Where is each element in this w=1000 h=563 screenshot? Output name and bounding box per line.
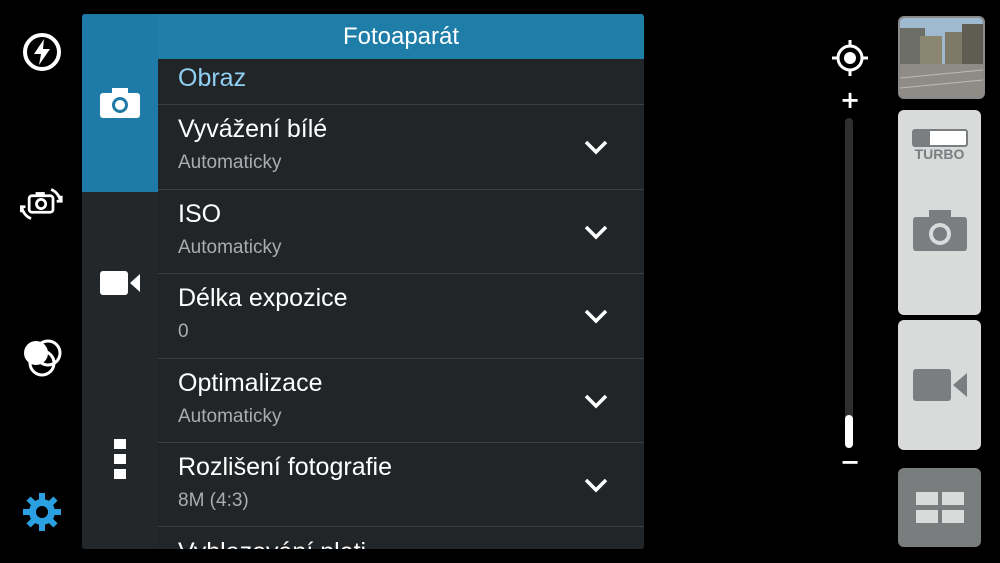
zoom-out-button[interactable]: −	[839, 448, 861, 476]
chevron-down-icon	[584, 394, 608, 409]
zoom-slider[interactable]	[845, 118, 853, 448]
setting-white-balance[interactable]: Vyvážení bílé Automaticky	[158, 105, 644, 189]
switch-camera-icon[interactable]	[20, 182, 64, 226]
setting-value: Automaticky	[178, 237, 282, 258]
settings-panel: Fotoaparát Obraz Vyvážení bílé Automatic…	[82, 14, 644, 549]
focus-target-icon[interactable]	[830, 38, 870, 78]
setting-value: 8M (4:3)	[178, 490, 249, 511]
chevron-down-icon	[584, 309, 608, 324]
setting-partial[interactable]: Vyhlazování pleti...	[178, 538, 387, 549]
setting-value: Automaticky	[178, 406, 282, 427]
section-title: Obraz	[178, 64, 247, 92]
video-camera-icon	[912, 369, 967, 401]
camera-icon	[912, 209, 967, 251]
turbo-toggle-icon	[912, 129, 968, 147]
setting-value: Automaticky	[178, 152, 282, 173]
tab-more[interactable]	[82, 424, 158, 494]
divider	[158, 526, 644, 527]
page-title: Fotoaparát	[158, 14, 644, 59]
settings-tabs	[82, 14, 159, 549]
setting-exposure[interactable]: Délka expozice 0	[158, 274, 644, 358]
setting-photo-resolution[interactable]: Rozlišení fotografie 8M (4:3)	[158, 443, 644, 527]
more-tab-icon	[114, 439, 126, 479]
gallery-thumbnail[interactable]	[898, 16, 985, 99]
effects-icon[interactable]	[20, 335, 64, 379]
grid-mode-icon	[915, 491, 964, 523]
settings-icon[interactable]	[20, 490, 64, 534]
setting-optimization[interactable]: Optimalizace Automaticky	[158, 359, 644, 443]
mode-grid-button[interactable]	[898, 468, 981, 547]
chevron-down-icon	[584, 140, 608, 155]
zoom-in-button[interactable]: +	[839, 86, 861, 114]
setting-value: 0	[178, 321, 189, 342]
setting-label: Délka expozice	[178, 284, 348, 312]
chevron-down-icon	[584, 225, 608, 240]
zoom-level	[845, 415, 853, 448]
setting-iso[interactable]: ISO Automaticky	[158, 190, 644, 274]
video-record-button[interactable]	[898, 320, 981, 450]
setting-label: ISO	[178, 200, 222, 228]
chevron-down-icon	[584, 478, 608, 493]
camera-tab-icon	[100, 88, 140, 118]
flash-auto-icon[interactable]	[20, 30, 64, 74]
setting-label: Rozlišení fotografie	[178, 453, 393, 481]
turbo-capture-button[interactable]: TURBO	[898, 110, 981, 315]
settings-content: Fotoaparát Obraz Vyvážení bílé Automatic…	[158, 14, 644, 549]
tab-video[interactable]	[82, 244, 158, 322]
tab-camera[interactable]	[82, 14, 158, 192]
turbo-label: TURBO	[914, 146, 965, 162]
video-tab-icon	[100, 271, 140, 295]
setting-label: Vyvážení bílé	[178, 115, 328, 143]
setting-label: Optimalizace	[178, 369, 323, 397]
